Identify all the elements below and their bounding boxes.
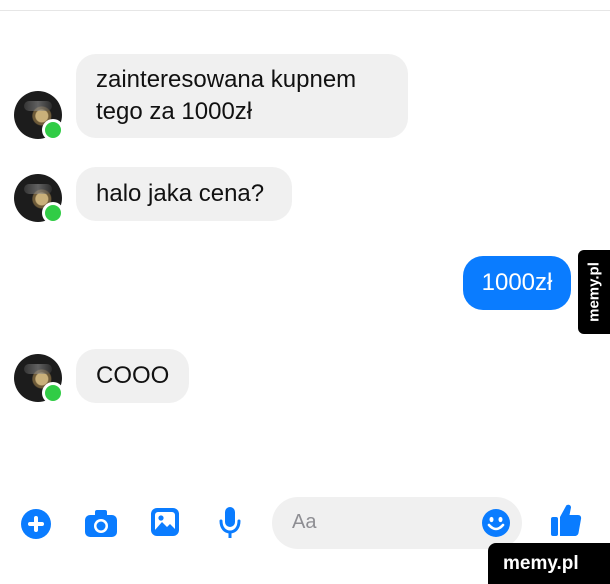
message-text: tego za 1000zł (96, 98, 253, 125)
contact-avatar[interactable] (14, 91, 64, 141)
online-status-icon (42, 202, 64, 224)
message-text: COOO (96, 362, 170, 389)
microphone-icon[interactable] (219, 506, 241, 545)
message-text: 1000zł (481, 269, 553, 296)
emoji-icon[interactable] (481, 508, 511, 543)
message-bubble-outgoing[interactable]: 1000zł (463, 256, 571, 310)
camera-icon[interactable] (84, 509, 118, 544)
thumbs-up-icon[interactable] (550, 503, 582, 542)
watermark-bottom-text: memy.pl (503, 553, 579, 574)
contact-avatar[interactable] (14, 174, 64, 224)
image-icon[interactable] (150, 507, 180, 542)
watermark-side-text: memy.pl (585, 262, 603, 322)
online-status-icon (42, 119, 64, 141)
contact-avatar[interactable] (14, 354, 64, 404)
message-text: zainteresowana kupnem (96, 66, 357, 93)
top-divider (0, 10, 610, 11)
message-text: halo jaka cena? (96, 180, 265, 207)
watermark-side: memy.pl (578, 250, 610, 334)
message-bubble-incoming[interactable]: COOO (76, 349, 189, 403)
online-status-icon (42, 382, 64, 404)
message-bubble-incoming[interactable]: zainteresowana kupnem tego za 1000zł (76, 54, 408, 138)
message-bubble-incoming[interactable]: halo jaka cena? (76, 167, 292, 221)
watermark-bottom: memy.pl (488, 543, 610, 584)
plus-icon[interactable] (20, 508, 52, 545)
message-input-placeholder: Aa (292, 511, 317, 533)
